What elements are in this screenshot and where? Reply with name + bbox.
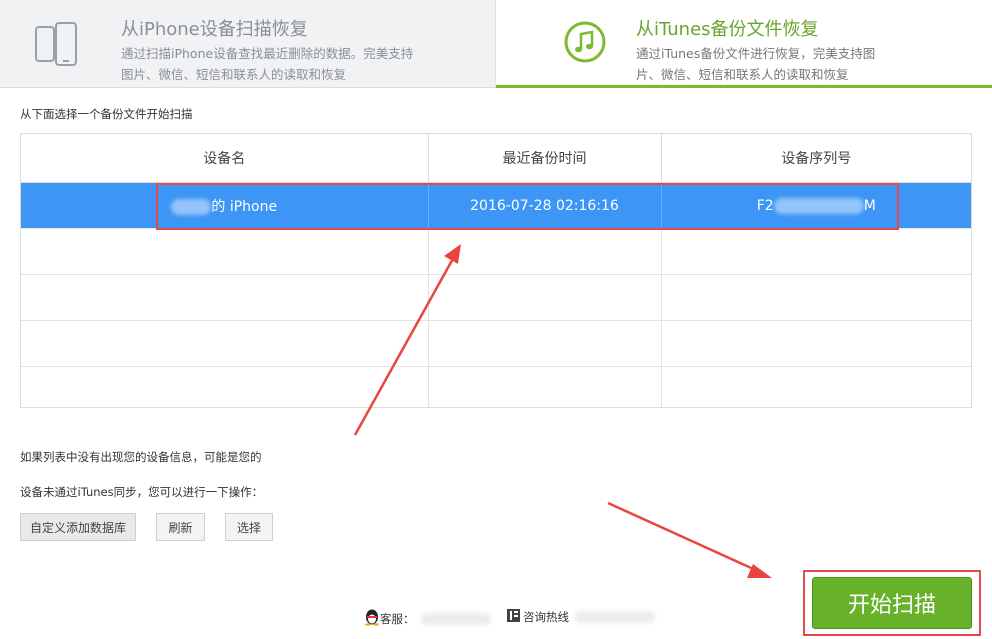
qq-penguin-icon bbox=[364, 608, 380, 629]
refresh-button[interactable]: 刷新 bbox=[156, 513, 205, 541]
redacted-hotline-number bbox=[575, 611, 655, 623]
table-row[interactable] bbox=[21, 320, 971, 367]
serial-suffix: M bbox=[863, 197, 876, 214]
mode-tabs: 从iPhone设备扫描恢复 通过扫描iPhone设备查找最近删除的数据。完美支持… bbox=[0, 0, 992, 88]
redacted-name bbox=[171, 198, 212, 215]
redacted-support-number bbox=[420, 612, 491, 625]
phones-icon bbox=[34, 22, 78, 72]
device-name-text: 的 iPhone bbox=[211, 198, 278, 215]
redacted-serial bbox=[773, 197, 864, 214]
select-button[interactable]: 选择 bbox=[225, 513, 273, 541]
column-header-serial: 设备序列号 bbox=[661, 134, 971, 183]
backup-table: 设备名 最近备份时间 设备序列号 的 iPhone 2016-07-28 02:… bbox=[20, 133, 972, 408]
cell-backup-time: 2016-07-28 02:16:16 bbox=[428, 182, 662, 229]
table-row[interactable] bbox=[21, 274, 971, 321]
footer-support: 客服： bbox=[364, 608, 491, 629]
arrow-to-scan bbox=[607, 501, 772, 578]
serial-prefix: F2 bbox=[756, 197, 774, 214]
table-row[interactable] bbox=[21, 228, 971, 275]
help-note-line2: 设备未通过iTunes同步，您可以进行一下操作： bbox=[20, 485, 264, 499]
table-row[interactable] bbox=[21, 366, 971, 407]
tab-itunes-title: 从iTunes备份文件恢复 bbox=[636, 19, 819, 40]
start-scan-button[interactable]: 开始扫描 bbox=[812, 577, 972, 629]
footer-hotline: 咨询热线 bbox=[506, 608, 655, 626]
column-header-device: 设备名 bbox=[21, 134, 429, 183]
help-note-line1: 如果列表中没有出现您的设备信息，可能是您的 bbox=[20, 450, 262, 464]
instruction-text: 从下面选择一个备份文件开始扫描 bbox=[20, 107, 193, 121]
table-header-row: 设备名 最近备份时间 设备序列号 bbox=[21, 134, 971, 183]
tab-iphone-desc: 通过扫描iPhone设备查找最近删除的数据。完美支持图片、微信、短信和联系人的读… bbox=[121, 46, 414, 82]
tab-iphone-title: 从iPhone设备扫描恢复 bbox=[121, 19, 308, 40]
support-label: 客服： bbox=[380, 611, 415, 626]
tab-itunes-desc: 通过iTunes备份文件进行恢复，完美支持图片、微信、短信和联系人的读取和恢复 bbox=[636, 46, 876, 82]
column-header-time: 最近备份时间 bbox=[428, 134, 662, 183]
table-row-selected[interactable]: 的 iPhone 2016-07-28 02:16:16 F2 M bbox=[21, 182, 971, 229]
phone-book-icon bbox=[506, 608, 521, 626]
cell-device-name: 的 iPhone bbox=[21, 182, 429, 229]
tab-iphone-scan[interactable]: 从iPhone设备扫描恢复 通过扫描iPhone设备查找最近删除的数据。完美支持… bbox=[0, 0, 496, 88]
cell-serial: F2 M bbox=[661, 182, 971, 229]
tab-itunes-backup[interactable]: 从iTunes备份文件恢复 通过iTunes备份文件进行恢复，完美支持图片、微信… bbox=[496, 0, 992, 88]
hotline-label: 咨询热线 bbox=[523, 610, 569, 624]
add-database-button[interactable]: 自定义添加数据库 bbox=[20, 513, 136, 541]
music-note-icon bbox=[563, 20, 607, 68]
